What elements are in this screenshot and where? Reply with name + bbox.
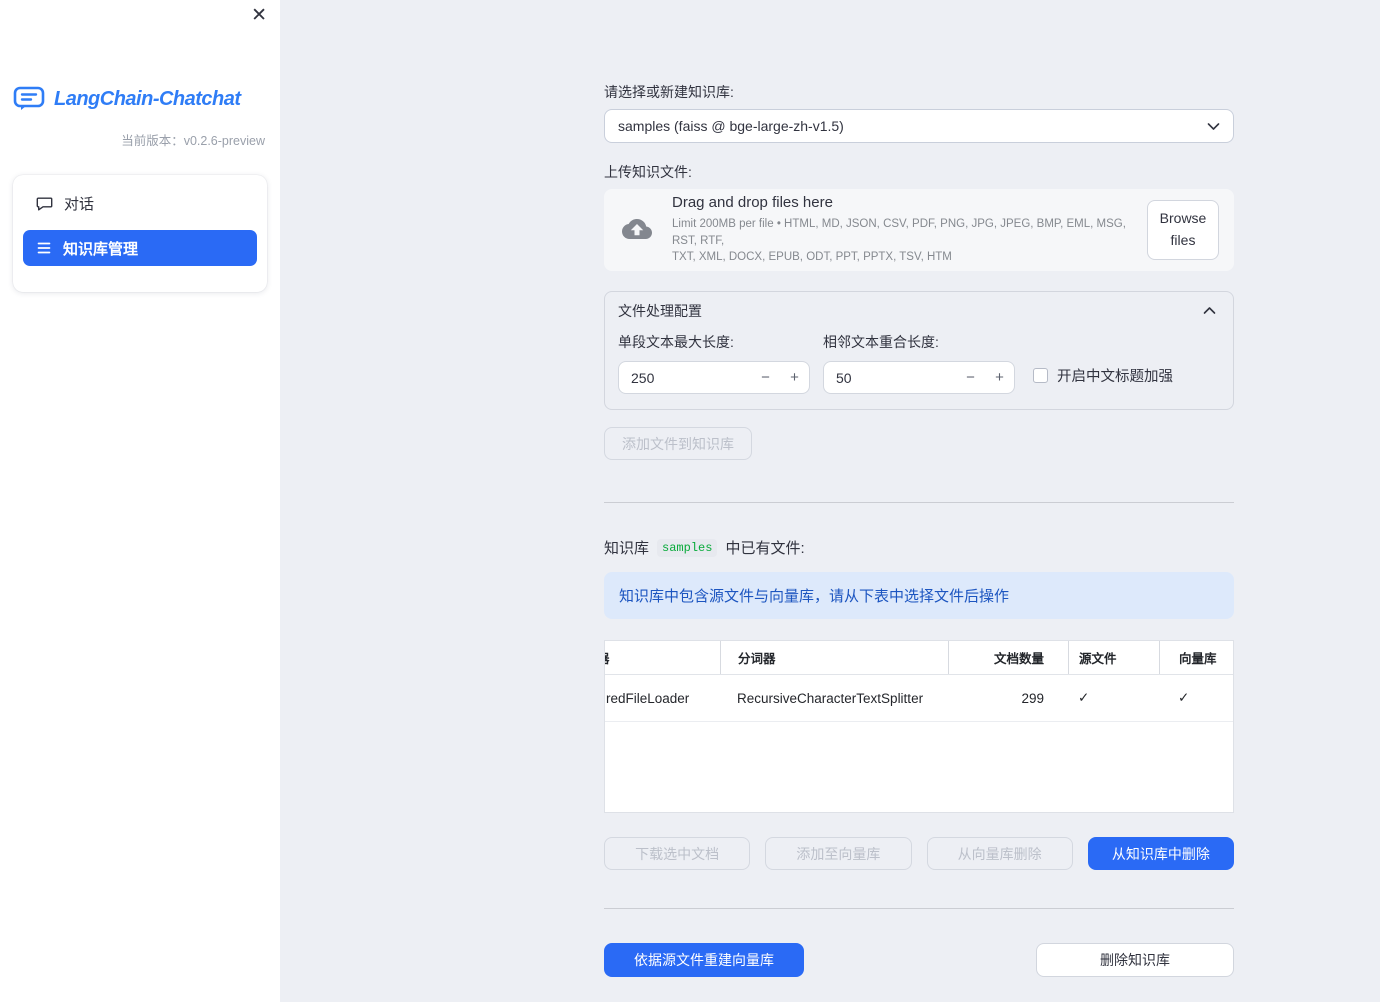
chunk-size-label: 单段文本最大长度: <box>618 334 734 350</box>
cell-doc-count: 299 <box>1021 690 1044 706</box>
add-to-vector-button[interactable]: 添加至向量库 <box>765 837 912 870</box>
files-table: 器 分词器 文档数量 源文件 向量库 redFileLoader Recursi… <box>604 640 1234 813</box>
download-selected-button[interactable]: 下载选中文档 <box>604 837 751 870</box>
cell-loader: redFileLoader <box>606 690 690 706</box>
expander-title: 文件处理配置 <box>618 302 702 319</box>
header-source-file[interactable]: 源文件 <box>1068 641 1159 674</box>
close-sidebar-icon[interactable]: ✕ <box>251 6 267 25</box>
header-source-file-text: 源文件 <box>1079 652 1117 666</box>
kb-select-value: samples (faiss @ bge-large-zh-v1.5) <box>618 118 844 134</box>
info-banner: 知识库中包含源文件与向量库，请从下表中选择文件后操作 <box>604 572 1234 619</box>
overlap-minus-button[interactable]: − <box>956 369 985 386</box>
delete-from-kb-button[interactable]: 从知识库中删除 <box>1087 837 1234 870</box>
chunk-minus-button[interactable]: − <box>751 369 780 386</box>
version-label: 当前版本：v0.2.6-preview <box>121 134 265 148</box>
upload-label: 上传知识文件: <box>604 164 692 180</box>
divider <box>604 502 1234 503</box>
sidebar: ✕ LangChain-Chatchat 当前版本：v0.2.6-preview… <box>0 0 280 1002</box>
divider <box>604 908 1234 909</box>
kb-name-code: samples <box>657 538 718 557</box>
overlap-size-input[interactable]: 50 − + <box>823 361 1015 394</box>
header-splitter[interactable]: 分词器 <box>720 641 948 674</box>
kb-select-label: 请选择或新建知识库: <box>604 84 734 100</box>
list-icon <box>36 240 52 256</box>
chevron-down-icon <box>1207 122 1220 131</box>
cell-splitter: RecursiveCharacterTextSplitter <box>737 690 924 706</box>
sidebar-item-label: 知识库管理 <box>63 240 139 258</box>
header-doc-count-text: 文档数量 <box>993 652 1044 666</box>
chunk-size-input[interactable]: 250 − + <box>618 361 810 394</box>
chevron-up-icon <box>1203 306 1216 315</box>
dropzone-texts: Drag and drop files here Limit 200MB per… <box>672 194 1130 266</box>
add-files-button[interactable]: 添加文件到知识库 <box>604 427 752 460</box>
expander-header[interactable]: 文件处理配置 <box>605 292 1233 329</box>
app-logo: LangChain-Chatchat <box>13 86 280 112</box>
header-vector-store[interactable]: 向量库 <box>1159 641 1233 674</box>
zh-title-checkbox[interactable] <box>1033 368 1048 383</box>
delete-kb-button[interactable]: 删除知识库 <box>1036 943 1234 977</box>
chat-bubble-icon <box>36 195 53 212</box>
header-loader[interactable]: 器 <box>605 641 720 674</box>
rebuild-vector-store-button[interactable]: 依据源文件重建向量库 <box>604 943 804 977</box>
heading-suffix: 中已有文件: <box>725 540 805 557</box>
kb-action-buttons: 依据源文件重建向量库 删除知识库 <box>604 943 1234 977</box>
kb-select[interactable]: samples (faiss @ bge-large-zh-v1.5) <box>604 109 1234 143</box>
chunk-size-group: 单段文本最大长度: 250 − + <box>618 332 810 394</box>
limit-line-1: Limit 200MB per file • HTML, MD, JSON, C… <box>672 218 1126 247</box>
cell-vector-check: ✓ <box>1178 690 1190 705</box>
overlap-size-group: 相邻文本重合长度: 50 − + <box>823 332 1015 394</box>
header-splitter-text: 分词器 <box>738 652 776 666</box>
logo-chat-icon <box>13 86 45 112</box>
delete-from-vector-button[interactable]: 从向量库删除 <box>926 837 1073 870</box>
files-heading: 知识库 samples 中已有文件: <box>604 537 1234 558</box>
file-action-buttons: 下载选中文档 添加至向量库 从向量库删除 从知识库中删除 <box>604 837 1234 870</box>
sidebar-item-label: 对话 <box>64 195 95 213</box>
table-empty-area <box>605 722 1233 812</box>
overlap-size-label: 相邻文本重合长度: <box>823 334 939 350</box>
cell-source-check: ✓ <box>1078 690 1090 705</box>
chunk-size-value: 250 <box>631 369 655 386</box>
overlap-plus-button[interactable]: + <box>985 369 1014 386</box>
dropzone-limits: Limit 200MB per file • HTML, MD, JSON, C… <box>672 216 1130 266</box>
overlap-size-value: 50 <box>836 369 852 386</box>
zh-title-label: 开启中文标题加强 <box>1057 369 1173 385</box>
browse-files-button[interactable]: Browse files <box>1147 200 1219 260</box>
zh-title-check-group: 开启中文标题加强 <box>1033 365 1173 394</box>
table-header-row: 器 分词器 文档数量 源文件 向量库 <box>605 641 1233 675</box>
sidebar-item-dialogue[interactable]: 对话 <box>23 185 257 221</box>
header-doc-count[interactable]: 文档数量 <box>948 641 1068 674</box>
file-dropzone[interactable]: Drag and drop files here Limit 200MB per… <box>604 189 1234 271</box>
header-loader-text: 器 <box>605 648 610 667</box>
dropzone-title: Drag and drop files here <box>672 194 833 211</box>
heading-prefix: 知识库 <box>604 540 650 557</box>
main-content: 请选择或新建知识库: samples (faiss @ bge-large-zh… <box>604 0 1234 977</box>
app-title: LangChain-Chatchat <box>54 87 241 110</box>
header-vector-store-text: 向量库 <box>1179 652 1217 666</box>
cloud-upload-icon <box>619 214 655 247</box>
sidebar-item-knowledge-base[interactable]: 知识库管理 <box>23 230 257 266</box>
sidebar-menu: 对话 知识库管理 <box>13 175 267 292</box>
chunk-plus-button[interactable]: + <box>780 369 809 386</box>
expander-body: 单段文本最大长度: 250 − + 相邻文本重合长度: 50 − + 开启中文标… <box>605 329 1233 409</box>
table-row[interactable]: redFileLoader RecursiveCharacterTextSpli… <box>605 675 1233 722</box>
limit-line-2: TXT, XML, DOCX, EPUB, ODT, PPT, PPTX, TS… <box>672 251 952 264</box>
file-config-expander: 文件处理配置 单段文本最大长度: 250 − + 相邻文本重合长度: 50 − … <box>604 291 1234 410</box>
